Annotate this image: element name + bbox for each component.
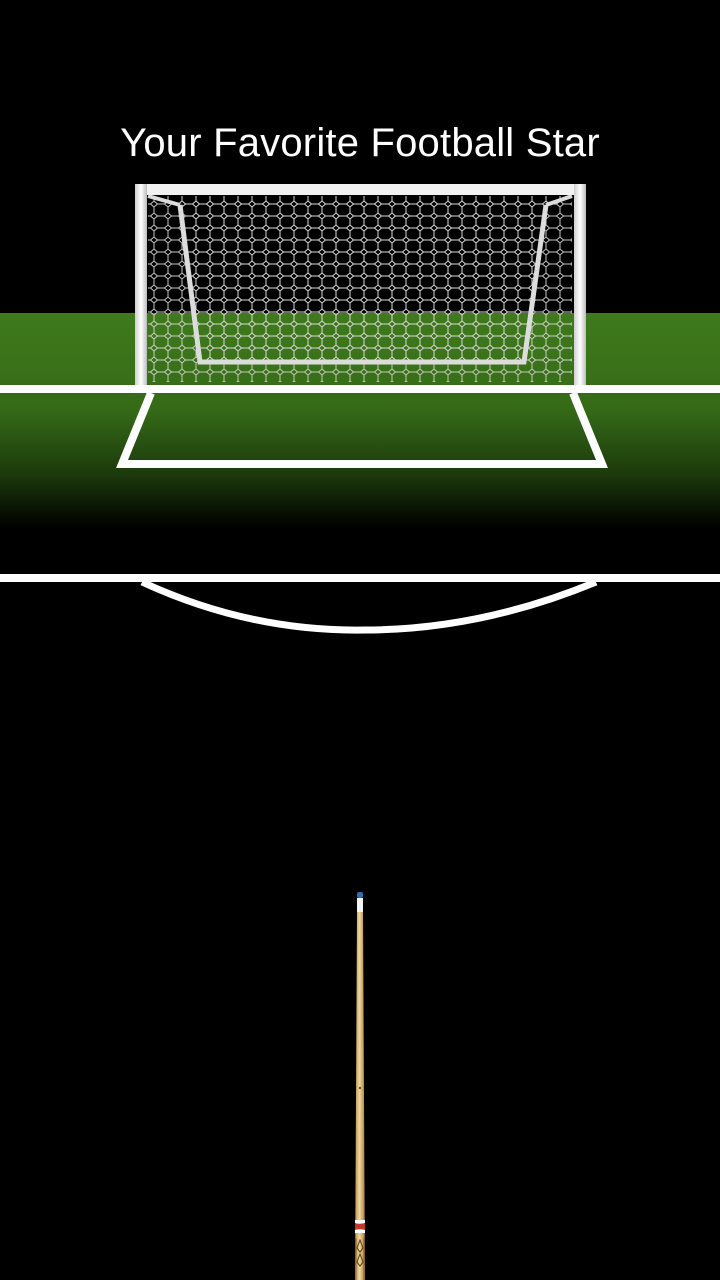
soccer-goal-icon (135, 184, 586, 386)
cue-stick-graphic (355, 892, 365, 1280)
penalty-line (0, 574, 720, 582)
goal-line (0, 385, 720, 393)
game-stage[interactable]: Your Favorite Football Star (0, 0, 720, 1280)
billiard-cue-icon[interactable] (348, 890, 372, 1280)
penalty-arc (140, 578, 598, 634)
page-title: Your Favorite Football Star (120, 121, 600, 165)
